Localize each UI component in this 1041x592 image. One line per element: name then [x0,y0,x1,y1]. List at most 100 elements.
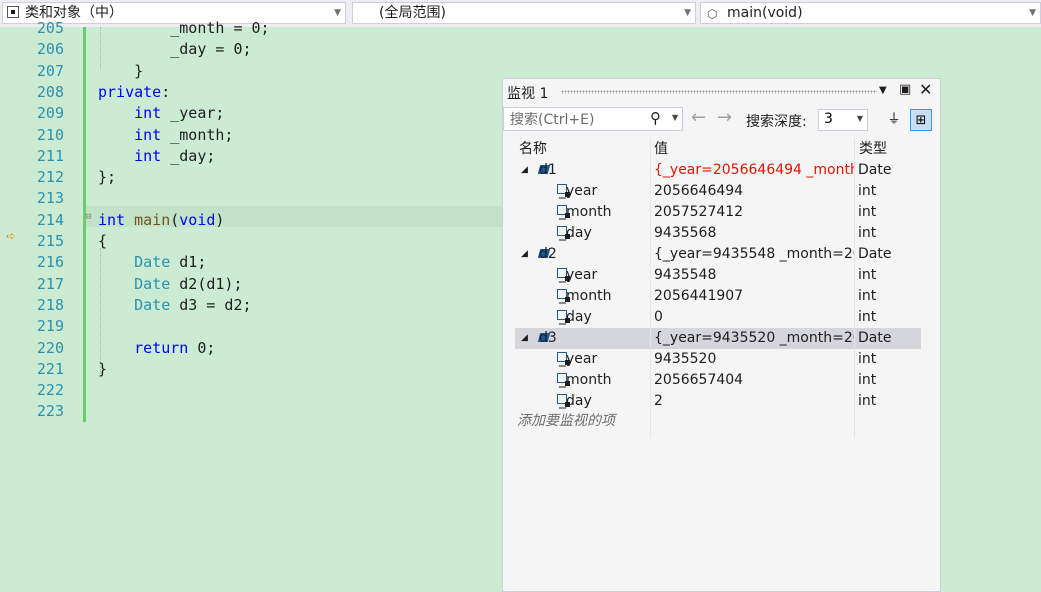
watch-value-text[interactable]: 9435548 [651,267,716,283]
watch-value-text[interactable]: 2 [651,393,663,409]
search-options-dropdown-icon[interactable]: ▼ [672,113,678,122]
watch-cell-value[interactable]: 9435568 [651,223,854,244]
watch-value-text[interactable]: 9435568 [651,225,716,241]
watch-row-object[interactable]: ◢ d3 {_year=9435520 _month=2056657404 _day… [515,328,921,349]
watch-value-text[interactable]: 2056441907 [651,288,743,304]
watch-value-text[interactable]: {_year=2056646494 _month=2057527412 _day… [651,162,854,178]
hex-display-toggle-icon[interactable]: ⊞ [910,109,932,131]
code-line[interactable]: int _month; [98,125,233,146]
watch-cell-value[interactable]: 2056646494 [651,181,854,202]
watch-row-member[interactable]: _year 9435548 int [515,265,921,286]
watch-cell-value[interactable]: 2 [651,391,854,412]
add-watch-item[interactable]: 添加要监视的项 [517,410,615,430]
watch-cell-value[interactable]: {_year=2056646494 _month=2057527412 _day… [651,160,854,181]
watch-type-text: Date [858,162,892,178]
watch-cell-name[interactable]: _year [515,181,650,202]
watch-type-text: int [858,204,877,220]
watch-cell-value[interactable]: {_year=9435548 _month=2056441907 _day=0 … [651,244,854,265]
watch-cell-value[interactable]: 9435520 [651,349,854,370]
code-line[interactable]: Date d1; [98,252,206,273]
watch-row-member[interactable]: _day 0 int [515,307,921,328]
watch-row-member[interactable]: _year 2056646494 int [515,181,921,202]
line-number: 205 [36,19,64,37]
watch-cell-name[interactable]: _month [515,202,650,223]
search-next-arrow-icon[interactable]: → [717,107,732,128]
watch-row-member[interactable]: _month 2056441907 int [515,286,921,307]
code-line[interactable]: _day = 0; [98,39,251,60]
pin-filter-icon[interactable]: ⏚ [883,109,905,131]
code-line[interactable]: int main(void) [98,210,224,231]
watch-cell-name[interactable]: _month [515,286,650,307]
code-line[interactable]: { [98,231,107,252]
watch-cell-value[interactable]: 2056441907 [651,286,854,307]
watch-row-member[interactable]: _month 2056657404 int [515,370,921,391]
watch-search-input[interactable] [508,110,642,130]
column-header-name[interactable]: 名称 [519,138,547,160]
line-number: 214 [36,210,64,229]
search-depth-dropdown[interactable]: 3 ▼ [818,109,868,131]
watch-cell-value[interactable]: 2056657404 [651,370,854,391]
watch-value-text[interactable]: 2056657404 [651,372,743,388]
watch-value-text[interactable]: 9435520 [651,351,716,367]
watch-cell-name[interactable]: _year [515,349,650,370]
code-line[interactable]: }; [98,167,116,188]
watch-cell-name[interactable]: ◢ d2 [515,244,650,265]
code-line[interactable]: } [98,61,143,82]
column-header-value[interactable]: 值 [654,138,668,160]
watch-cell-name[interactable]: ◢ d3 [515,328,650,349]
watch-row-object[interactable]: ◢ d1 {_year=2056646494 _month=2057527412 _… [515,160,921,181]
code-line[interactable]: Date d3 = d2; [98,295,251,316]
watch-title-bar[interactable]: 监视 1 ▼ ▣ ✕ [503,79,940,104]
close-icon[interactable]: ✕ [919,80,932,99]
code-line[interactable]: return 0; [98,338,215,359]
column-header-type[interactable]: 类型 [859,138,887,160]
watch-cell-name[interactable]: _month [515,370,650,391]
code-line[interactable]: _month = 0; [98,18,269,39]
watch-value-text[interactable]: {_year=9435520 _month=2056657404 _day=2 … [651,330,854,346]
watch-type-text: int [858,267,877,283]
code-line[interactable]: int _day; [98,146,215,167]
watch-row-member[interactable]: _month 2057527412 int [515,202,921,223]
watch-cell-name[interactable]: _year [515,265,650,286]
line-number: 223 [36,402,64,421]
collapse-triangle-icon[interactable]: ◢ [521,328,528,349]
watch-cell-name[interactable]: _day [515,391,650,412]
window-menu-dropdown-icon[interactable]: ▼ [879,85,887,96]
watch-cell-name[interactable]: _day [515,223,650,244]
watch-row-member[interactable]: _day 9435568 int [515,223,921,244]
watch-row-member[interactable]: _day 2 int [515,391,921,412]
code-line[interactable]: Date d2(d1); [98,274,242,295]
watch-cell-value[interactable]: 2057527412 [651,202,854,223]
watch-cell-value[interactable]: 9435548 [651,265,854,286]
code-line[interactable]: private: [98,82,170,103]
search-previous-arrow-icon[interactable]: ← [691,107,706,128]
code-line[interactable]: int _year; [98,103,224,124]
chevron-down-icon[interactable]: ▼ [334,3,341,23]
watch-value-text[interactable]: 2057527412 [651,204,743,220]
watch-cell-type: int [855,202,921,223]
function-scope-dropdown[interactable]: ⬡ main(void) ▼ [700,2,1041,24]
code-line[interactable]: } [98,359,107,380]
chevron-down-icon[interactable]: ▼ [684,3,691,23]
chevron-down-icon[interactable]: ▼ [1029,3,1036,23]
search-icon[interactable]: ⚲ [650,109,661,127]
watch-name-text: _year [559,351,598,367]
watch-cell-value[interactable]: {_year=9435520 _month=2056657404 _day=2 … [651,328,854,349]
collapse-triangle-icon[interactable]: ◢ [521,244,528,265]
global-scope-dropdown[interactable]: (全局范围) ▼ [352,2,696,24]
collapse-triangle-icon[interactable]: ◢ [521,160,528,181]
drag-grip[interactable] [561,90,877,94]
watch-cell-value[interactable]: 0 [651,307,854,328]
watch-row-object[interactable]: ◢ d2 {_year=9435548 _month=2056441907 _day… [515,244,921,265]
watch-search-box[interactable]: ⚲ ▼ [503,107,683,131]
watch-cell-name[interactable]: _day [515,307,650,328]
watch-value-text[interactable]: {_year=9435548 _month=2056441907 _day=0 … [651,246,854,262]
watch-row-member[interactable]: _year 9435520 int [515,349,921,370]
fold-toggle-icon[interactable]: ⊟ [86,212,91,222]
watch-value-text[interactable]: 2056646494 [651,183,743,199]
watch-cell-name[interactable]: ◢ d1 [515,160,650,181]
maximize-icon[interactable]: ▣ [899,82,911,97]
line-number: 206 [36,40,64,59]
chevron-down-icon[interactable]: ▼ [857,114,863,123]
watch-value-text[interactable]: 0 [651,309,663,325]
